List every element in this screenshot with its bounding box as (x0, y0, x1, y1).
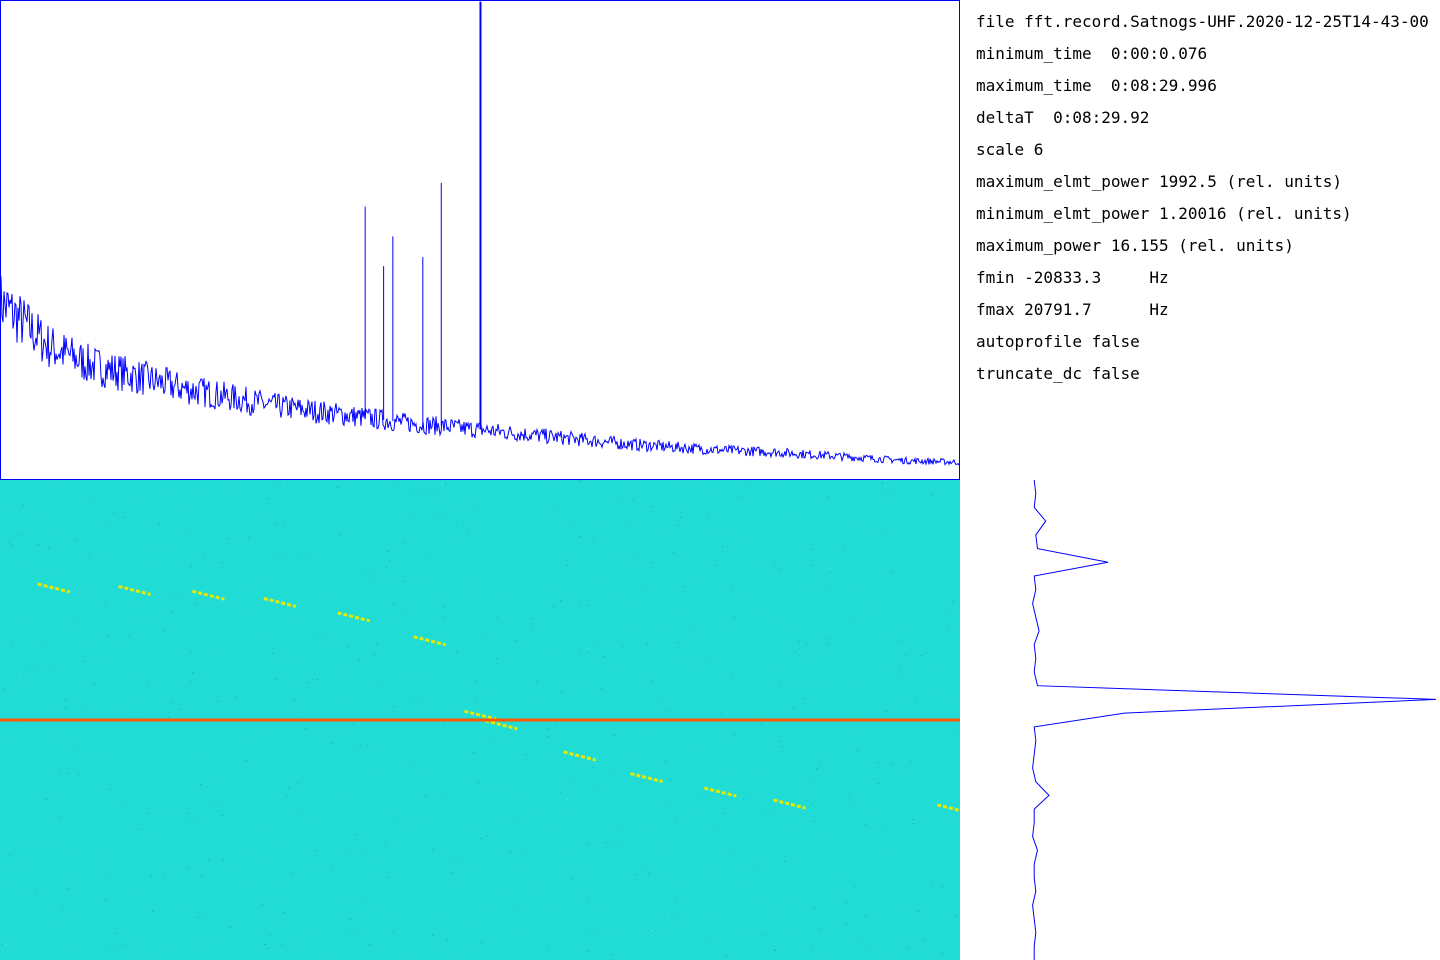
info-maximum-elmt-power: maximum_elmt_power 1992.5 (rel. units) (976, 172, 1343, 191)
info-maximum-time: maximum_time 0:08:29.996 (976, 76, 1217, 95)
signal-segment (484, 719, 518, 731)
info-truncate-dc: truncate_dc false (976, 364, 1140, 383)
info-autoprofile: autoprofile false (976, 332, 1140, 351)
signal-segment (413, 635, 447, 647)
signal-segment (118, 584, 151, 596)
signal-segment (936, 803, 960, 813)
signal-segment (630, 772, 663, 784)
info-delta-t: deltaT 0:08:29.92 (976, 108, 1150, 127)
signal-segment (191, 589, 225, 601)
waterfall (0, 480, 960, 960)
info-fmin: fmin -20833.3 Hz (976, 268, 1169, 287)
info-scale: scale 6 (976, 140, 1044, 159)
info-minimum-elmt-power: minimum_elmt_power 1.20016 (rel. units) (976, 204, 1352, 223)
signal-segment (37, 582, 71, 594)
profile-trace (1032, 480, 1437, 960)
signal-segment (337, 611, 370, 623)
spectrum-plot (0, 0, 960, 480)
info-fmax: fmax 20791.7 Hz (976, 300, 1169, 319)
signal-segment (464, 709, 497, 721)
signal-segment (773, 798, 806, 810)
signal-segment (703, 786, 737, 798)
signal-segment (563, 750, 597, 762)
info-panel: file fft.record.Satnogs-UHF.2020-12-25T1… (976, 10, 1440, 394)
time-profile (1032, 480, 1437, 960)
info-file: file fft.record.Satnogs-UHF.2020-12-25T1… (976, 12, 1429, 31)
signal-segment (263, 596, 297, 608)
info-minimum-time: minimum_time 0:00:0.076 (976, 44, 1208, 63)
info-maximum-power: maximum_power 16.155 (rel. units) (976, 236, 1294, 255)
waterfall-signal-track (37, 582, 960, 813)
